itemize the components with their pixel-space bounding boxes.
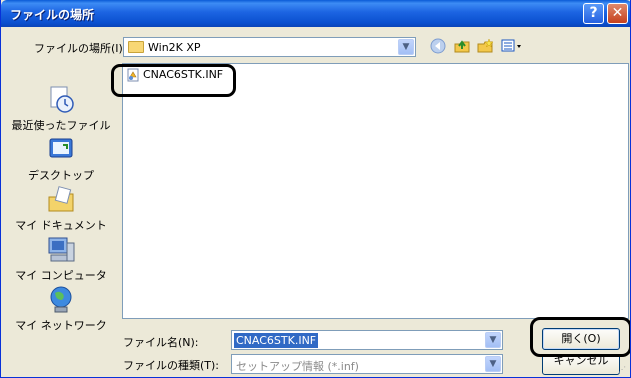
- highlight-callout: [530, 317, 630, 357]
- place-label: マイ コンピュータ: [15, 269, 107, 282]
- my-network-icon: [45, 285, 77, 315]
- chevron-down-icon[interactable]: ▼: [485, 332, 501, 348]
- folder-icon: [128, 41, 144, 53]
- look-in-label: ファイルの場所(I):: [34, 42, 127, 55]
- look-in-dropdown[interactable]: Win2K XP ▼: [123, 37, 416, 57]
- window-title: ファイルの場所: [10, 8, 95, 22]
- file-type-label: ファイルの種類(T):: [123, 359, 220, 372]
- up-folder-icon[interactable]: [453, 38, 471, 56]
- desktop-icon: [45, 135, 77, 165]
- place-my-computer[interactable]: マイ コンピュータ: [6, 235, 116, 283]
- close-button[interactable]: ✕: [607, 3, 628, 24]
- new-folder-icon[interactable]: [476, 38, 494, 56]
- recent-documents-icon: [45, 85, 77, 115]
- places-bar: 最近使ったファイル デスクトップ マイ ドキュメント マイ コンピュータ マイ …: [6, 63, 116, 345]
- file-name-field[interactable]: CNAC6STK.INF ▼: [231, 330, 503, 350]
- place-desktop[interactable]: デスクトップ: [6, 135, 116, 183]
- highlight-callout: [111, 64, 236, 97]
- chevron-down-icon[interactable]: ▼: [398, 39, 414, 55]
- place-my-documents[interactable]: マイ ドキュメント: [6, 185, 116, 233]
- file-name-value: CNAC6STK.INF: [234, 333, 319, 348]
- place-my-network[interactable]: マイ ネットワーク: [6, 285, 116, 333]
- back-arrow-icon[interactable]: [429, 38, 447, 56]
- place-label: マイ ドキュメント: [15, 219, 107, 232]
- view-menu-icon[interactable]: [501, 38, 521, 56]
- look-in-value: Win2K XP: [148, 41, 201, 54]
- place-recent-documents[interactable]: 最近使ったファイル: [6, 85, 116, 133]
- chevron-down-icon[interactable]: ▼: [485, 356, 501, 372]
- file-type-dropdown[interactable]: セットアップ情報 (*.inf) ▼: [231, 354, 503, 374]
- place-label: 最近使ったファイル: [11, 119, 111, 132]
- file-list[interactable]: CNAC6STK.INF: [122, 63, 629, 319]
- my-computer-icon: [45, 235, 77, 265]
- file-type-value: セットアップ情報 (*.inf): [236, 360, 359, 373]
- resize-grip-icon[interactable]: ⋰: [618, 365, 628, 375]
- place-label: デスクトップ: [28, 169, 94, 182]
- open-file-dialog: ファイルの場所 ? ✕ ファイルの場所(I): Win2K XP ▼ 最近使った…: [0, 0, 631, 378]
- help-button[interactable]: ?: [583, 3, 604, 24]
- my-documents-icon: [45, 185, 77, 215]
- title-bar[interactable]: ファイルの場所 ? ✕: [1, 0, 630, 27]
- file-name-label: ファイル名(N):: [123, 336, 199, 349]
- cancel-button[interactable]: キャンセル: [542, 354, 620, 375]
- place-label: マイ ネットワーク: [15, 319, 107, 332]
